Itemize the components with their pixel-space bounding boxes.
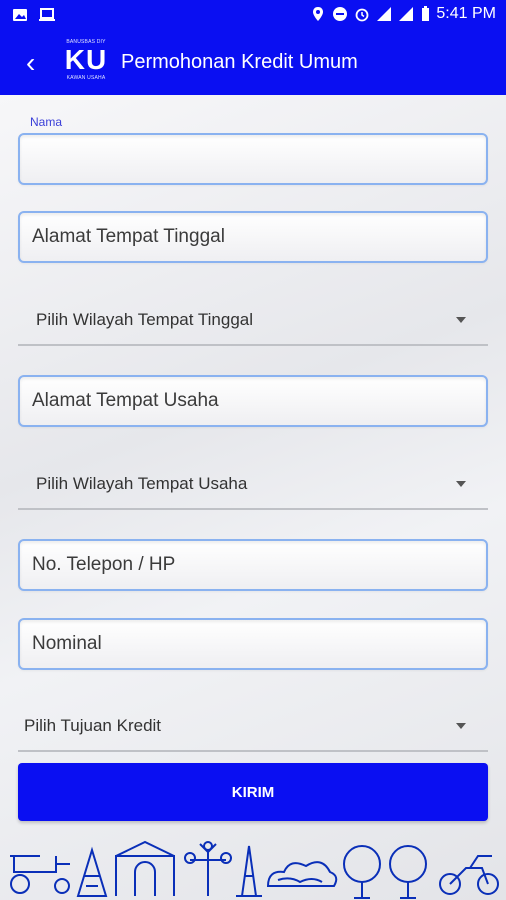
cloud-ornament-icon: [266, 861, 338, 887]
name-label: Nama: [30, 115, 63, 129]
business-region-dropdown[interactable]: Pilih Wilayah Tempat Usaha: [18, 460, 488, 510]
app-bar: ‹ BANUSBAS DIY KU KAWAN USAHA Permohonan…: [0, 31, 506, 95]
dropdown-arrow-icon: [456, 481, 466, 487]
logo-main-text: KU: [64, 44, 108, 75]
battery-icon: [422, 6, 430, 21]
city-skyline-illustration: [10, 840, 499, 899]
logo-bottom-text: KAWAN USAHA: [66, 75, 106, 81]
alarm-icon: [356, 8, 369, 22]
status-time: 5:41 PM: [436, 5, 496, 22]
location-icon: [313, 7, 324, 21]
phone-field[interactable]: [18, 539, 488, 591]
carriage-icon: [10, 855, 70, 894]
signal-icon: [377, 7, 392, 21]
laptop-icon: [39, 8, 55, 21]
phone-input[interactable]: [20, 541, 486, 589]
page-title: Permohonan Kredit Umum: [121, 51, 358, 73]
credit-purpose-dropdown[interactable]: Pilih Tujuan Kredit: [18, 702, 488, 752]
home-address-field[interactable]: [18, 211, 488, 263]
tree-icon: [343, 845, 427, 899]
motorcycle-icon: [439, 855, 499, 895]
app-logo: BANUSBAS DIY KU KAWAN USAHA: [62, 39, 110, 85]
business-address-input[interactable]: [20, 377, 486, 425]
business-region-label: Pilih Wilayah Tempat Usaha: [36, 474, 248, 493]
name-field[interactable]: [18, 133, 488, 185]
dropdown-arrow-icon: [456, 723, 466, 729]
home-region-dropdown[interactable]: Pilih Wilayah Tempat Tinggal: [18, 296, 488, 346]
credit-purpose-label: Pilih Tujuan Kredit: [24, 716, 162, 735]
nominal-field[interactable]: [18, 618, 488, 670]
temple-icon: [76, 846, 108, 897]
back-arrow-icon[interactable]: ‹: [26, 49, 35, 77]
business-address-field[interactable]: [18, 375, 488, 427]
network-signal-icon: [399, 7, 414, 21]
status-bar: 5:41 PM: [0, 0, 506, 31]
name-input[interactable]: [20, 135, 486, 183]
image-icon: [13, 9, 27, 21]
gate-building-icon: [115, 840, 175, 896]
submit-button[interactable]: KIRIM: [18, 763, 488, 821]
nominal-input[interactable]: [20, 620, 486, 668]
monument-icon: [236, 845, 262, 897]
dropdown-arrow-icon: [456, 317, 466, 323]
home-address-input[interactable]: [20, 213, 486, 261]
do-not-disturb-icon: [333, 7, 348, 21]
home-region-label: Pilih Wilayah Tempat Tinggal: [36, 310, 254, 329]
street-lamp-icon: [184, 841, 232, 896]
